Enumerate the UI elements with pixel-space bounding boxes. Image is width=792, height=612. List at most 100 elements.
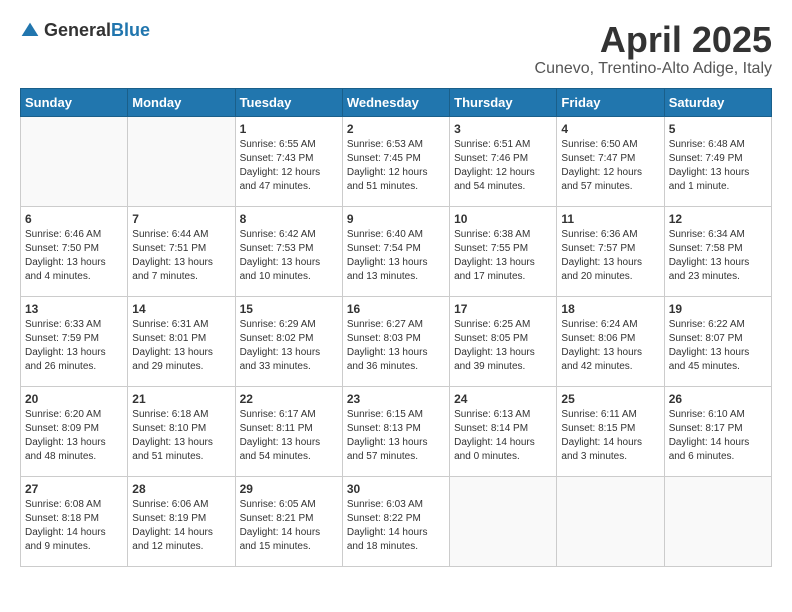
weekday-header-wednesday: Wednesday [342, 88, 449, 116]
calendar-cell: 22Sunrise: 6:17 AMSunset: 8:11 PMDayligh… [235, 386, 342, 476]
day-number: 15 [240, 302, 338, 316]
day-number: 16 [347, 302, 445, 316]
day-number: 25 [561, 392, 659, 406]
day-number: 20 [25, 392, 123, 406]
weekday-header-monday: Monday [128, 88, 235, 116]
title-area: April 2025 Cunevo, Trentino-Alto Adige, … [535, 20, 772, 78]
day-number: 21 [132, 392, 230, 406]
day-info: Sunrise: 6:55 AMSunset: 7:43 PMDaylight:… [240, 138, 338, 194]
day-info: Sunrise: 6:42 AMSunset: 7:53 PMDaylight:… [240, 228, 338, 284]
weekday-header-thursday: Thursday [450, 88, 557, 116]
calendar-cell [450, 476, 557, 566]
calendar-cell: 14 Sunrise: 6:31 AMSunset: 8:01 PMDayligh… [128, 296, 235, 386]
day-info: Sunrise: 6:13 AMSunset: 8:14 PMDaylight:… [454, 408, 552, 464]
day-number: 24 [454, 392, 552, 406]
calendar-cell [557, 476, 664, 566]
day-info: Sunrise: 6:11 AMSunset: 8:15 PMDaylight:… [561, 408, 659, 464]
day-info: Sunrise: 6:50 AMSunset: 7:47 PMDaylight:… [561, 138, 659, 194]
day-number: 12 [669, 212, 767, 226]
calendar-cell: 26Sunrise: 6:10 AMSunset: 8:17 PMDayligh… [664, 386, 771, 476]
logo-general: General [44, 20, 111, 40]
calendar-cell: 10 Sunrise: 6:38 AMSunset: 7:55 PMDayligh… [450, 206, 557, 296]
day-info: Sunrise: 6:03 AMSunset: 8:22 PMDaylight:… [347, 498, 445, 554]
day-number: 3 [454, 122, 552, 136]
calendar-week-row: 1 Sunrise: 6:55 AMSunset: 7:43 PMDaylight… [21, 116, 772, 206]
day-number: 27 [25, 482, 123, 496]
calendar-cell: 5 Sunrise: 6:48 AMSunset: 7:49 PMDaylight… [664, 116, 771, 206]
weekday-header-row: SundayMondayTuesdayWednesdayThursdayFrid… [21, 88, 772, 116]
calendar-cell: 6 Sunrise: 6:46 AMSunset: 7:50 PMDaylight… [21, 206, 128, 296]
day-info: Sunrise: 6:24 AMSunset: 8:06 PMDaylight:… [561, 318, 659, 374]
day-info: Sunrise: 6:06 AMSunset: 8:19 PMDaylight:… [132, 498, 230, 554]
day-info: Sunrise: 6:27 AMSunset: 8:03 PMDaylight:… [347, 318, 445, 374]
calendar-cell: 1 Sunrise: 6:55 AMSunset: 7:43 PMDaylight… [235, 116, 342, 206]
calendar-cell: 9Sunrise: 6:40 AMSunset: 7:54 PMDaylight… [342, 206, 449, 296]
calendar-cell: 29 Sunrise: 6:05 AMSunset: 8:21 PMDayligh… [235, 476, 342, 566]
calendar-cell: 8 Sunrise: 6:42 AMSunset: 7:53 PMDaylight… [235, 206, 342, 296]
calendar-cell: 28 Sunrise: 6:06 AMSunset: 8:19 PMDayligh… [128, 476, 235, 566]
day-number: 4 [561, 122, 659, 136]
calendar-cell: 17 Sunrise: 6:25 AMSunset: 8:05 PMDayligh… [450, 296, 557, 386]
calendar-cell: 11Sunrise: 6:36 AMSunset: 7:57 PMDayligh… [557, 206, 664, 296]
day-number: 28 [132, 482, 230, 496]
calendar-cell: 25 Sunrise: 6:11 AMSunset: 8:15 PMDayligh… [557, 386, 664, 476]
day-number: 10 [454, 212, 552, 226]
day-info: Sunrise: 6:25 AMSunset: 8:05 PMDaylight:… [454, 318, 552, 374]
day-number: 5 [669, 122, 767, 136]
day-number: 1 [240, 122, 338, 136]
calendar-cell: 3Sunrise: 6:51 AMSunset: 7:46 PMDaylight… [450, 116, 557, 206]
calendar-cell: 24 Sunrise: 6:13 AMSunset: 8:14 PMDayligh… [450, 386, 557, 476]
day-info: Sunrise: 6:17 AMSunset: 8:11 PMDaylight:… [240, 408, 338, 464]
weekday-header-friday: Friday [557, 88, 664, 116]
day-number: 17 [454, 302, 552, 316]
day-number: 8 [240, 212, 338, 226]
day-info: Sunrise: 6:10 AMSunset: 8:17 PMDaylight:… [669, 408, 767, 464]
calendar-cell: 21 Sunrise: 6:18 AMSunset: 8:10 PMDayligh… [128, 386, 235, 476]
day-number: 13 [25, 302, 123, 316]
calendar-cell: 27 Sunrise: 6:08 AMSunset: 8:18 PMDayligh… [21, 476, 128, 566]
day-info: Sunrise: 6:53 AMSunset: 7:45 PMDaylight:… [347, 138, 445, 194]
day-info: Sunrise: 6:48 AMSunset: 7:49 PMDaylight:… [669, 138, 767, 194]
day-number: 23 [347, 392, 445, 406]
logo: GeneralBlue [20, 20, 150, 41]
day-number: 2 [347, 122, 445, 136]
day-info: Sunrise: 6:38 AMSunset: 7:55 PMDaylight:… [454, 228, 552, 284]
day-number: 14 [132, 302, 230, 316]
location-title: Cunevo, Trentino-Alto Adige, Italy [535, 60, 772, 78]
weekday-header-tuesday: Tuesday [235, 88, 342, 116]
calendar-cell: 4 Sunrise: 6:50 AMSunset: 7:47 PMDaylight… [557, 116, 664, 206]
day-info: Sunrise: 6:33 AMSunset: 7:59 PMDaylight:… [25, 318, 123, 374]
day-number: 18 [561, 302, 659, 316]
day-info: Sunrise: 6:05 AMSunset: 8:21 PMDaylight:… [240, 498, 338, 554]
calendar-week-row: 20 Sunrise: 6:20 AMSunset: 8:09 PMDayligh… [21, 386, 772, 476]
day-info: Sunrise: 6:46 AMSunset: 7:50 PMDaylight:… [25, 228, 123, 284]
day-number: 11 [561, 212, 659, 226]
calendar-week-row: 13 Sunrise: 6:33 AMSunset: 7:59 PMDayligh… [21, 296, 772, 386]
day-number: 7 [132, 212, 230, 226]
calendar-cell: 23Sunrise: 6:15 AMSunset: 8:13 PMDayligh… [342, 386, 449, 476]
day-number: 6 [25, 212, 123, 226]
calendar-cell [128, 116, 235, 206]
calendar-cell: 7Sunrise: 6:44 AMSunset: 7:51 PMDaylight… [128, 206, 235, 296]
day-info: Sunrise: 6:18 AMSunset: 8:10 PMDaylight:… [132, 408, 230, 464]
calendar-cell: 20 Sunrise: 6:20 AMSunset: 8:09 PMDayligh… [21, 386, 128, 476]
day-info: Sunrise: 6:08 AMSunset: 8:18 PMDaylight:… [25, 498, 123, 554]
calendar-cell: 18 Sunrise: 6:24 AMSunset: 8:06 PMDayligh… [557, 296, 664, 386]
calendar-table: SundayMondayTuesdayWednesdayThursdayFrid… [20, 88, 772, 567]
calendar-cell: 2 Sunrise: 6:53 AMSunset: 7:45 PMDaylight… [342, 116, 449, 206]
logo-icon [20, 21, 40, 41]
day-number: 29 [240, 482, 338, 496]
calendar-cell: 13 Sunrise: 6:33 AMSunset: 7:59 PMDayligh… [21, 296, 128, 386]
calendar-cell: 15 Sunrise: 6:29 AMSunset: 8:02 PMDayligh… [235, 296, 342, 386]
day-info: Sunrise: 6:29 AMSunset: 8:02 PMDaylight:… [240, 318, 338, 374]
day-info: Sunrise: 6:20 AMSunset: 8:09 PMDaylight:… [25, 408, 123, 464]
calendar-cell: 16 Sunrise: 6:27 AMSunset: 8:03 PMDayligh… [342, 296, 449, 386]
calendar-week-row: 27 Sunrise: 6:08 AMSunset: 8:18 PMDayligh… [21, 476, 772, 566]
month-title: April 2025 [535, 20, 772, 60]
logo-blue: Blue [111, 20, 150, 40]
day-number: 19 [669, 302, 767, 316]
day-info: Sunrise: 6:34 AMSunset: 7:58 PMDaylight:… [669, 228, 767, 284]
weekday-header-sunday: Sunday [21, 88, 128, 116]
calendar-cell: 19Sunrise: 6:22 AMSunset: 8:07 PMDayligh… [664, 296, 771, 386]
day-info: Sunrise: 6:31 AMSunset: 8:01 PMDaylight:… [132, 318, 230, 374]
